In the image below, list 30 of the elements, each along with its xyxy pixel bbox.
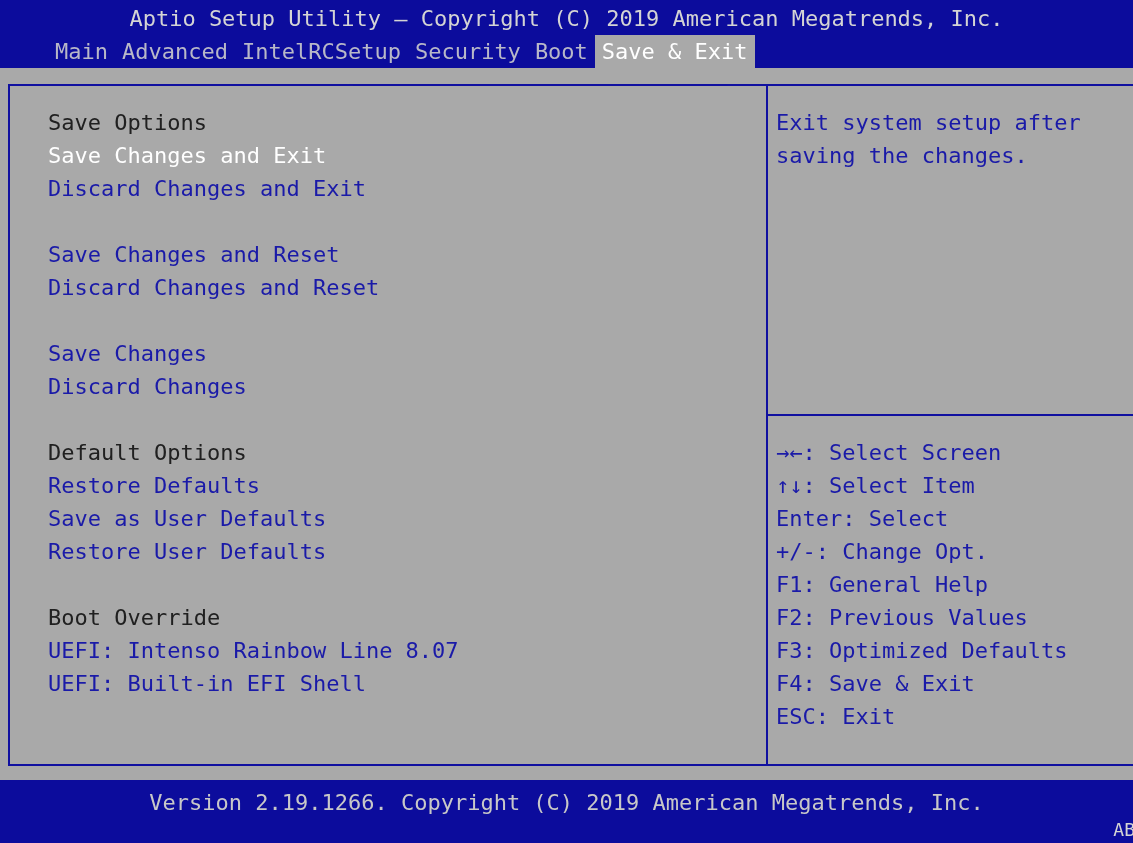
key-hint: ↑↓: Select Item	[776, 472, 976, 500]
menu-tab[interactable]: Main	[48, 35, 115, 68]
menu-tab[interactable]: IntelRCSetup	[234, 35, 408, 68]
section-heading: Boot Override	[48, 604, 221, 632]
section-heading: Save Options	[48, 109, 207, 137]
menu-item[interactable]: Save as User Defaults	[48, 502, 327, 535]
menu-tab[interactable]: Boot	[527, 35, 595, 68]
version-text: Version 2.19.1266. Copyright (C) 2019 American Megatrends, Inc.	[149, 789, 984, 817]
menu-tab[interactable]: Advanced	[115, 35, 235, 68]
menu-item[interactable]: Restore User Defaults	[48, 535, 327, 568]
window-title: Aptio Setup Utility – Copyright (C) 2019 American Megatrends, Inc.	[129, 5, 1004, 33]
menu-item[interactable]: UEFI: Built-in EFI Shell	[48, 667, 366, 700]
key-hint: F3: Optimized Defaults	[776, 637, 1069, 665]
key-hint: F1: General Help	[776, 571, 989, 599]
menu-item[interactable]: Discard Changes	[48, 370, 247, 403]
key-hint: F2: Previous Values	[776, 604, 1029, 632]
key-hint: →←: Select Screen	[776, 439, 1003, 467]
section-heading: Default Options	[48, 439, 247, 467]
key-hint: F4: Save & Exit	[776, 670, 976, 698]
menu-item[interactable]: Restore Defaults	[48, 469, 260, 502]
menu-tab[interactable]: Security	[407, 35, 528, 68]
key-hint: Enter: Select	[776, 505, 950, 533]
menu-item[interactable]: UEFI: Intenso Rainbow Line 8.07	[48, 634, 459, 667]
key-hint: +/-: Change Opt.	[776, 538, 989, 566]
menu-item[interactable]: Discard Changes and Reset	[48, 271, 380, 304]
menu-item[interactable]: Discard Changes and Exit	[48, 172, 366, 205]
menu-item[interactable]: Save Changes and Reset	[48, 238, 340, 271]
help-text: Exit system setup after saving the changes.	[776, 109, 1082, 170]
menu-item[interactable]: Save Changes	[48, 337, 207, 370]
key-hint: ESC: Exit	[776, 703, 897, 731]
